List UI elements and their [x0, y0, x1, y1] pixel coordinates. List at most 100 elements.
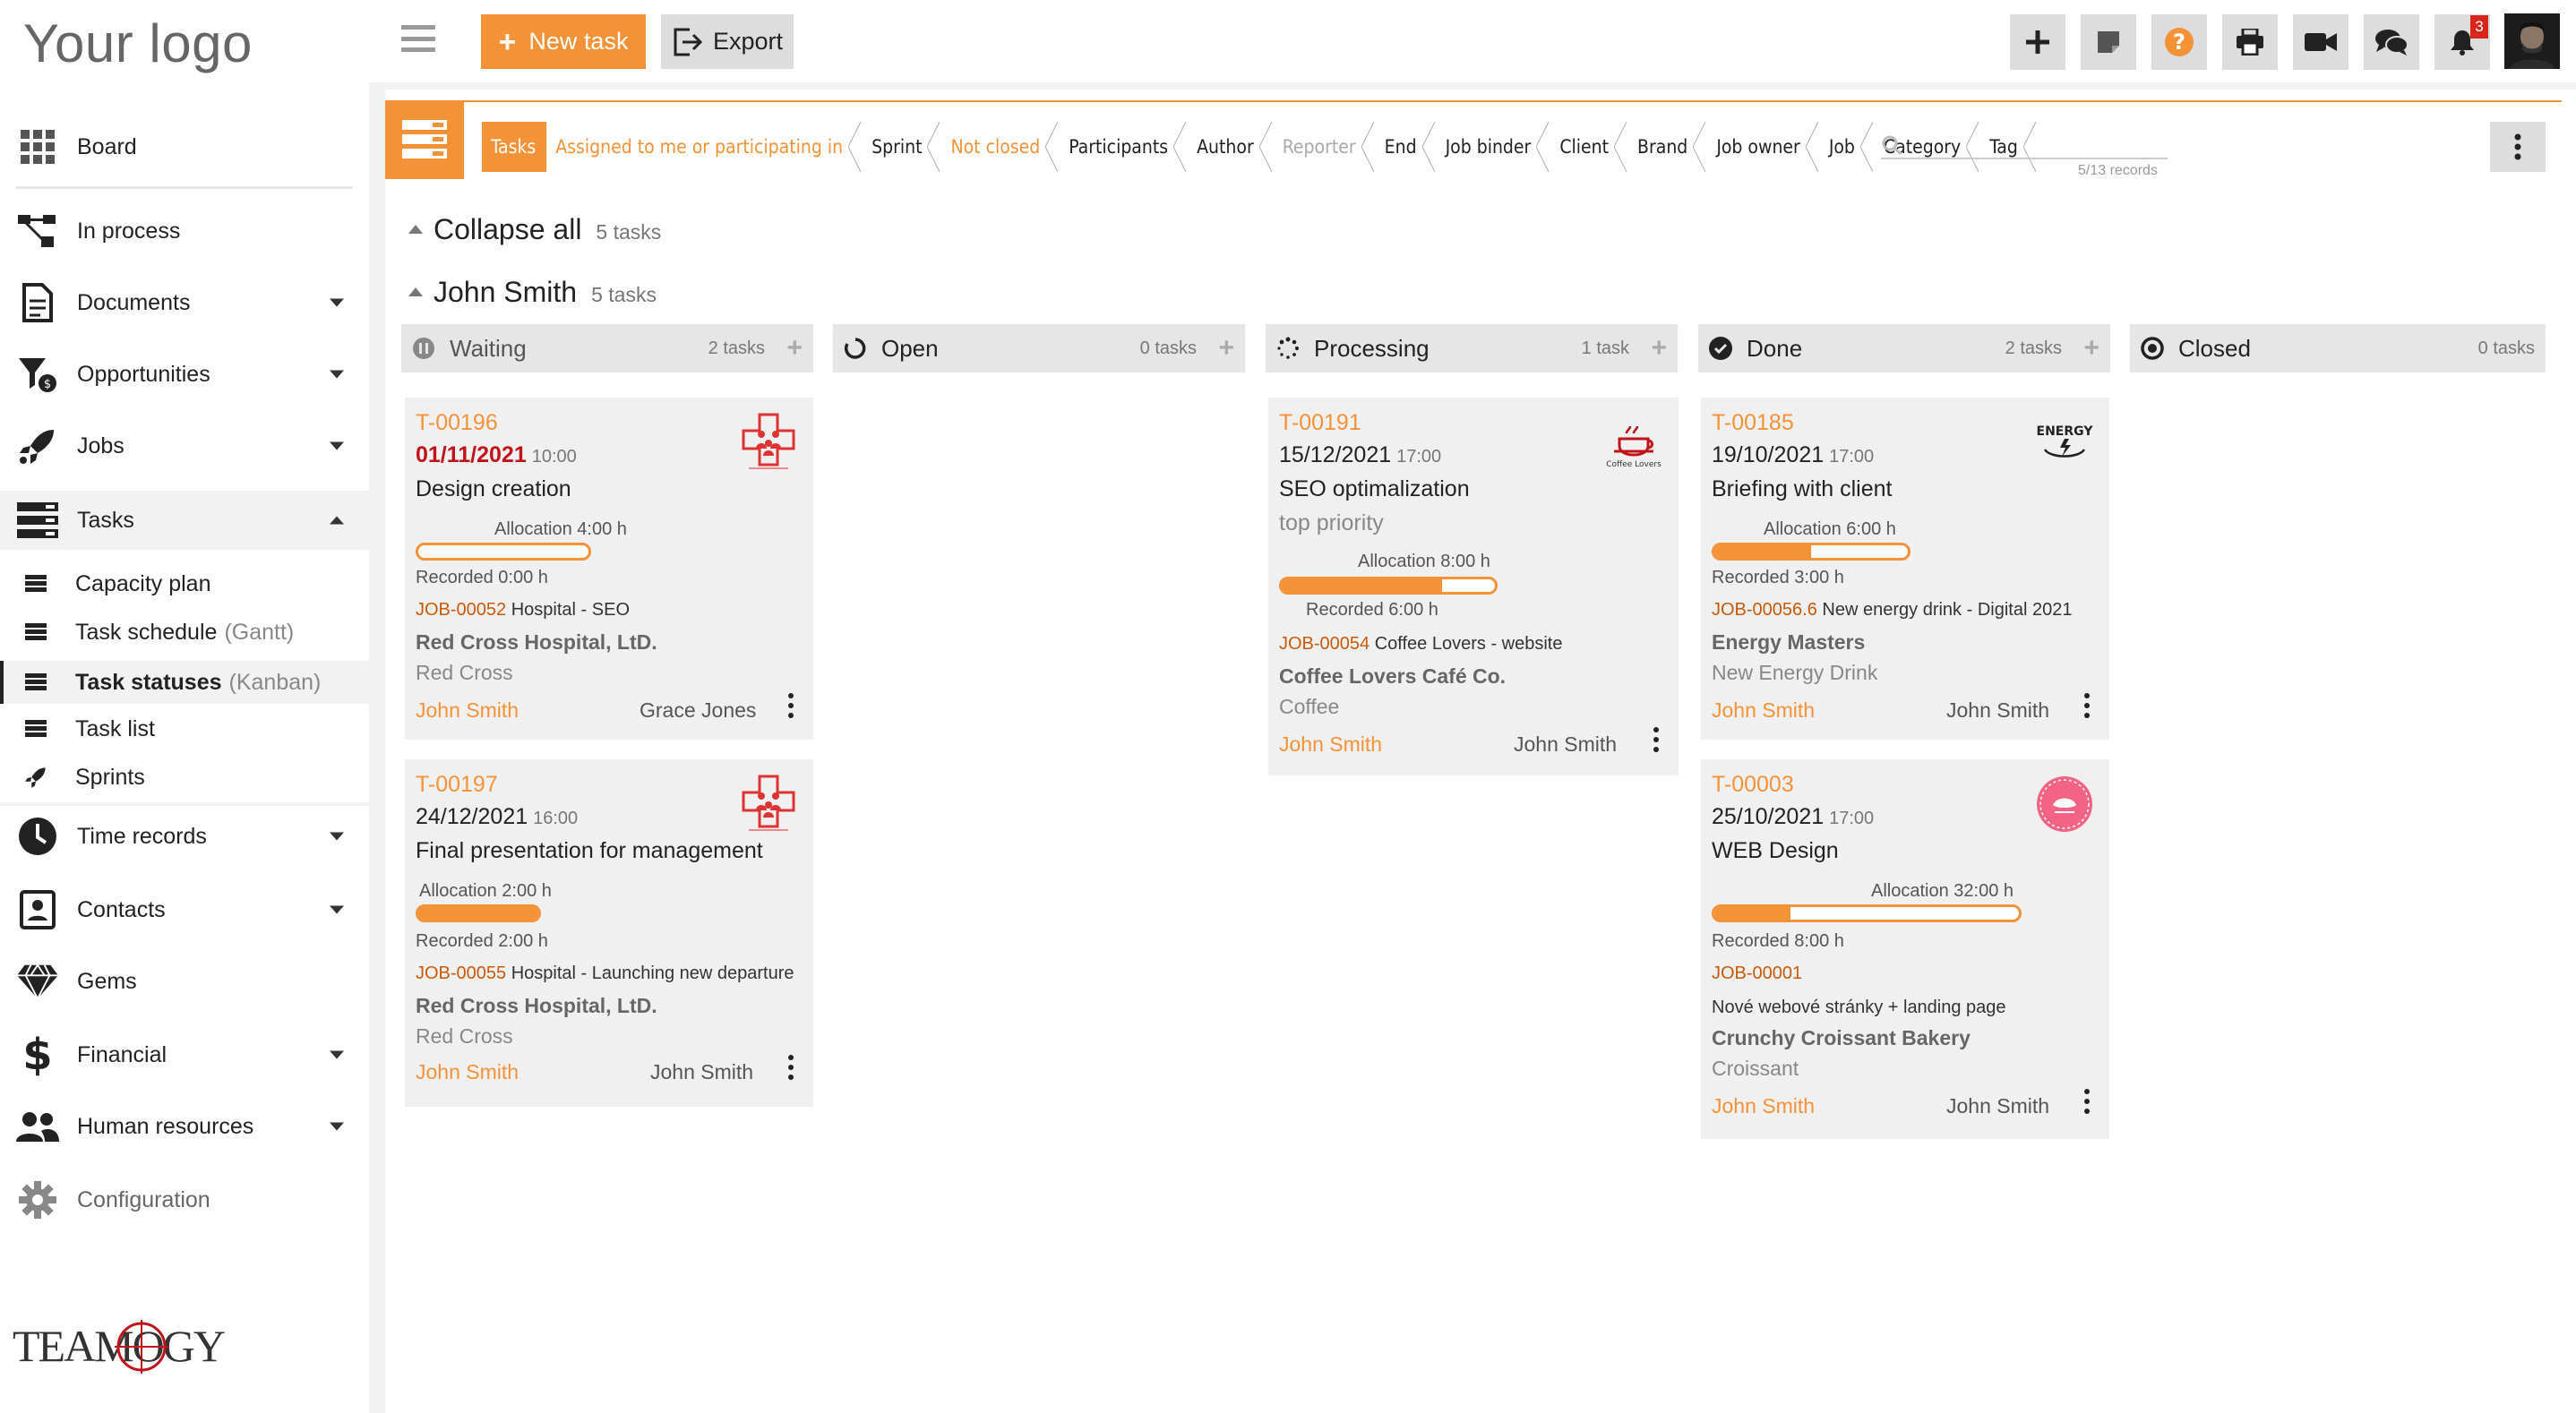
- spinner-icon: [1276, 337, 1300, 360]
- sidebar-item-in-process[interactable]: In process: [0, 206, 369, 256]
- more-options-button[interactable]: [2490, 122, 2546, 172]
- filter-crumb-assigned[interactable]: Assigned to me or participating in: [546, 122, 863, 172]
- job-id[interactable]: JOB-00054: [1279, 634, 1370, 654]
- chevron-down-icon[interactable]: [330, 905, 344, 914]
- brand-name: Croissant: [1712, 1057, 1799, 1080]
- filter-crumb-tasks[interactable]: Tasks: [482, 122, 547, 172]
- chevron-up-icon[interactable]: [330, 516, 344, 525]
- add-task-button[interactable]: +: [786, 333, 803, 364]
- sidebar-item-time-records[interactable]: Time records: [0, 811, 369, 861]
- notification-badge: 3: [2470, 15, 2488, 39]
- print-button[interactable]: [2222, 14, 2278, 70]
- task-assignee: Grace Jones: [640, 698, 757, 722]
- filter-crumb-participants[interactable]: Participants: [1060, 122, 1188, 172]
- more-vertical-icon[interactable]: [788, 1055, 794, 1080]
- search-icon[interactable]: [1881, 134, 1902, 156]
- sidebar-item-financial[interactable]: $ Financial: [0, 1030, 369, 1080]
- task-card[interactable]: T-00003 25/10/2021 17:00 WEB Design Alloc…: [1701, 759, 2109, 1139]
- filter-crumb-tag[interactable]: Tag: [1980, 122, 2038, 172]
- task-id[interactable]: T-00185: [1712, 410, 1794, 436]
- filter-crumb-job-owner[interactable]: Job owner: [1707, 122, 1820, 172]
- filter-crumb-brand[interactable]: Brand: [1628, 122, 1707, 172]
- more-vertical-icon[interactable]: [2084, 693, 2090, 718]
- grid-icon: [16, 125, 59, 168]
- more-vertical-icon: [2514, 133, 2521, 160]
- more-vertical-icon[interactable]: [1653, 727, 1659, 752]
- chevron-down-icon[interactable]: [330, 441, 344, 450]
- task-owner[interactable]: John Smith: [1712, 698, 1815, 723]
- sidebar-item-opportunities[interactable]: $ Opportunities: [0, 349, 369, 399]
- sidebar-item-label: Jobs: [77, 432, 125, 458]
- sidebar-item-documents[interactable]: Documents: [0, 278, 369, 328]
- add-task-button[interactable]: +: [1651, 333, 1667, 364]
- task-owner[interactable]: John Smith: [416, 1060, 519, 1084]
- job-id[interactable]: JOB-00001: [1712, 963, 1802, 983]
- filter-crumb-not-closed[interactable]: Not closed: [941, 122, 1060, 172]
- task-id[interactable]: T-00191: [1279, 410, 1361, 436]
- task-id[interactable]: T-00197: [416, 772, 498, 798]
- task-id[interactable]: T-00196: [416, 410, 498, 436]
- user-avatar[interactable]: [2504, 13, 2560, 69]
- task-card[interactable]: T-00197 24/12/2021 16:00 Final presentati…: [405, 759, 813, 1107]
- filter-crumb-sprint[interactable]: Sprint: [863, 122, 941, 172]
- chevron-down-icon[interactable]: [330, 832, 344, 841]
- column-closed: Closed 0 tasks: [2130, 324, 2546, 373]
- search-input[interactable]: [1881, 158, 2168, 159]
- column-count: 2 tasks: [2005, 338, 2062, 358]
- more-vertical-icon[interactable]: [2084, 1089, 2090, 1114]
- task-owner[interactable]: John Smith: [1279, 732, 1382, 757]
- sidebar-item-tasks[interactable]: Tasks: [0, 491, 369, 550]
- filter-crumb-author[interactable]: Author: [1188, 122, 1274, 172]
- chat-icon: [2375, 30, 2408, 56]
- filter-crumb-job[interactable]: Job: [1820, 122, 1875, 172]
- task-card[interactable]: T-00196 01/11/2021 10:00 Design creation …: [405, 398, 813, 740]
- brand-name: Coffee: [1279, 695, 1340, 718]
- collapse-all-count: 5 tasks: [596, 220, 662, 244]
- job-id[interactable]: JOB-00055: [416, 963, 506, 983]
- add-task-button[interactable]: +: [1218, 333, 1234, 364]
- collapse-all-toggle[interactable]: Collapse all 5 tasks: [408, 213, 661, 246]
- export-button[interactable]: Export: [661, 14, 794, 69]
- sidebar-subitem-sprints[interactable]: Sprints: [0, 759, 369, 795]
- sidebar-item-contacts[interactable]: Contacts: [0, 885, 369, 935]
- sidebar-item-human-resources[interactable]: Human resources: [0, 1101, 369, 1152]
- new-task-button[interactable]: + New task: [481, 14, 646, 69]
- sidebar-item-jobs[interactable]: Jobs: [0, 421, 369, 471]
- collapse-all-label: Collapse all: [434, 213, 582, 245]
- notes-button[interactable]: [2081, 14, 2136, 70]
- task-owner[interactable]: John Smith: [1712, 1094, 1815, 1118]
- sidebar-subitem-task-list[interactable]: Task list: [0, 711, 369, 747]
- subitem-label: Task list: [75, 715, 155, 741]
- help-button[interactable]: ?: [2151, 14, 2207, 70]
- sidebar-subitem-task-schedule[interactable]: Task schedule (Gantt): [0, 614, 369, 650]
- chevron-down-icon[interactable]: [330, 1050, 344, 1059]
- group-john-smith[interactable]: John Smith 5 tasks: [408, 276, 657, 309]
- filter-crumb-reporter[interactable]: Reporter: [1274, 122, 1376, 172]
- add-task-button[interactable]: +: [2083, 333, 2099, 364]
- video-call-button[interactable]: [2293, 14, 2348, 70]
- chevron-down-icon[interactable]: [330, 298, 344, 307]
- filter-crumb-job-binder[interactable]: Job binder: [1437, 122, 1551, 172]
- job-id[interactable]: JOB-00052: [416, 600, 506, 620]
- task-id[interactable]: T-00003: [1712, 772, 1794, 798]
- task-owner[interactable]: John Smith: [416, 698, 519, 723]
- job-id[interactable]: JOB-00056.6: [1712, 600, 1817, 620]
- task-card[interactable]: T-00191 Coffee Lovers 15/12/2021 17:00 SE…: [1268, 398, 1679, 775]
- more-vertical-icon[interactable]: [788, 693, 794, 718]
- filter-crumb-end[interactable]: End: [1376, 122, 1437, 172]
- sidebar-item-configuration[interactable]: Configuration: [0, 1175, 369, 1225]
- add-button[interactable]: [2010, 14, 2065, 70]
- chat-button[interactable]: [2364, 14, 2419, 70]
- filter-toggle-button[interactable]: [385, 100, 464, 179]
- filter-crumb-client[interactable]: Client: [1550, 122, 1628, 172]
- sidebar-item-gems[interactable]: Gems: [0, 956, 369, 1006]
- chevron-down-icon[interactable]: [330, 1122, 344, 1131]
- hamburger-menu-icon[interactable]: [401, 25, 435, 52]
- energy-masters-logo: ENERGY: [2032, 410, 2097, 475]
- chevron-down-icon[interactable]: [330, 370, 344, 379]
- allocation-progress-bar: [416, 904, 541, 922]
- sidebar-item-board[interactable]: Board: [0, 122, 369, 172]
- task-card[interactable]: T-00185 ENERGY 19/10/2021 17:00 Briefing …: [1701, 398, 2109, 740]
- sidebar-subitem-capacity-plan[interactable]: Capacity plan: [0, 566, 369, 602]
- sidebar-subitem-task-statuses[interactable]: Task statuses (Kanban): [0, 661, 369, 704]
